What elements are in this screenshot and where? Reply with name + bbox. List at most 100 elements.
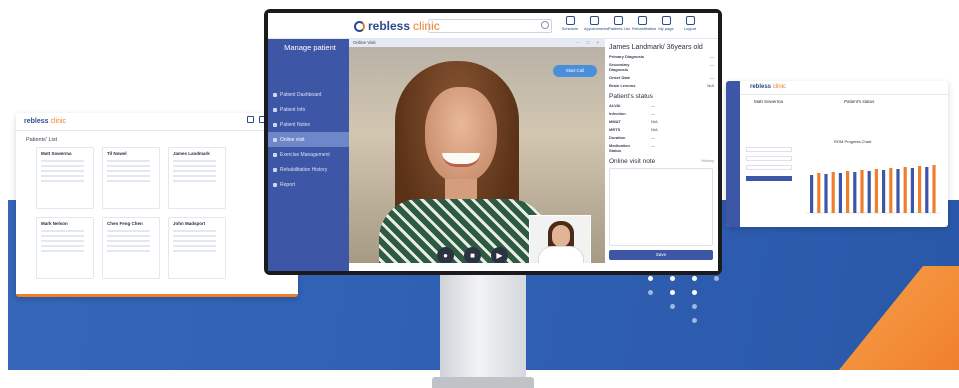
top-nav: Schedule Appointments Patients List Reha… bbox=[560, 15, 700, 31]
sidebar-item-patient-dashboard[interactable]: Patient Dashboard bbox=[268, 87, 349, 102]
monitor-foot bbox=[432, 377, 534, 388]
rom-bar bbox=[925, 167, 929, 213]
rom-bar bbox=[838, 173, 842, 213]
note-history-link[interactable]: History bbox=[702, 158, 714, 165]
patient-dashboard-card: rebless clinic Matt Sowerma Patient's st… bbox=[726, 81, 948, 227]
power-icon bbox=[685, 16, 695, 25]
sidebar-item-online-visit[interactable]: Online visit bbox=[268, 132, 349, 147]
dashboard-status-title: Patient's status bbox=[844, 99, 875, 104]
status-row: ALVAI — bbox=[609, 103, 655, 108]
rebless-clinic-logo[interactable]: rebless clinic bbox=[354, 19, 440, 33]
rom-bar bbox=[867, 171, 871, 213]
rom-bar bbox=[853, 172, 857, 213]
patient-card[interactable]: Til Nowel bbox=[102, 147, 160, 209]
exercise-icon bbox=[273, 152, 277, 157]
patient-card[interactable]: Chen Feng Chen bbox=[102, 217, 160, 279]
sidebar-title: Manage patient bbox=[284, 43, 336, 52]
nav-my-page[interactable]: My page bbox=[656, 15, 676, 31]
sidebar-item-exercise-management[interactable]: Exercise Management bbox=[268, 147, 349, 162]
filter-submit-button[interactable] bbox=[746, 176, 792, 181]
dashboard-topbar: rebless clinic bbox=[740, 81, 948, 95]
app-screen: Manage patient Patient Dashboard Patient… bbox=[268, 13, 718, 271]
sidebar-item-report[interactable]: Report bbox=[268, 177, 349, 192]
nav-patients-list[interactable]: Patients List bbox=[608, 15, 630, 31]
nav-schedule[interactable]: Schedule bbox=[560, 15, 580, 31]
pencil-icon bbox=[273, 107, 277, 112]
sidebar-item-patient-notes[interactable]: Patient Notes bbox=[268, 117, 349, 132]
rom-bar bbox=[824, 174, 828, 213]
window-controls[interactable]: – □ × bbox=[577, 39, 602, 47]
patient-card[interactable]: Mark Nelson bbox=[36, 217, 94, 279]
dashboard-patient-name: Matt Sowerma bbox=[754, 99, 784, 104]
sidebar-item-patient-info[interactable]: Patient Info bbox=[268, 102, 349, 117]
video-icon bbox=[273, 137, 277, 142]
info-row: Primary Diagnosis — bbox=[609, 54, 714, 59]
dashboard-filter-form bbox=[746, 143, 792, 181]
rom-bar bbox=[918, 166, 922, 213]
rom-bar bbox=[903, 167, 907, 213]
rom-bar bbox=[874, 169, 878, 213]
patient-card[interactable]: John Madsport bbox=[168, 217, 226, 279]
nav-logout[interactable]: Logout bbox=[680, 15, 700, 31]
rom-bar bbox=[910, 168, 914, 213]
rom-progress-chart bbox=[806, 165, 940, 214]
patients-list-title: Patients' List bbox=[26, 137, 58, 143]
nav-appointments[interactable]: Appointments bbox=[584, 15, 608, 31]
user-icon bbox=[661, 16, 671, 25]
appointments-icon bbox=[589, 16, 599, 25]
patient-card[interactable]: Matt Sowerma bbox=[36, 147, 94, 209]
report-icon bbox=[273, 182, 277, 187]
patients-list-card: rebless clinic Patients' List Matt Sower… bbox=[16, 113, 298, 297]
speaker-icon[interactable]: ▶ bbox=[491, 247, 508, 263]
status-row: Medication Status — bbox=[609, 143, 655, 153]
patient-status-title: Patient's status bbox=[609, 93, 653, 100]
status-row: MMAT N/A bbox=[609, 119, 658, 124]
sidebar-menu: Patient Dashboard Patient Info Patient N… bbox=[268, 87, 349, 192]
info-row: Secondary Diagnosis — bbox=[609, 62, 714, 72]
patient-card[interactable]: James Landmark bbox=[168, 147, 226, 209]
online-visit-note-textarea[interactable] bbox=[609, 168, 713, 246]
rom-bar bbox=[831, 172, 835, 213]
patient-card-grid: Matt Sowerma Til Nowel James Landmark Ma… bbox=[16, 147, 298, 279]
calendar-icon bbox=[565, 16, 575, 25]
doctor-coat bbox=[538, 246, 584, 263]
rom-bar bbox=[810, 175, 814, 213]
history-icon bbox=[273, 167, 277, 172]
search-icon[interactable] bbox=[541, 21, 549, 29]
monitor: Manage patient Patient Dashboard Patient… bbox=[264, 9, 722, 275]
status-row: Duration — bbox=[609, 135, 655, 140]
camera-icon[interactable]: ■ bbox=[464, 247, 481, 263]
search-input[interactable] bbox=[428, 19, 552, 33]
rom-chart-title: ROM Progress Chart bbox=[834, 139, 872, 144]
rehabilitation-icon bbox=[637, 16, 647, 25]
monitor-stand bbox=[440, 274, 526, 384]
patient-info-panel: James Landmark/ 36years old Primary Diag… bbox=[605, 39, 718, 271]
app-topbar: rebless clinic Schedule Appointments Pati… bbox=[268, 13, 718, 39]
patient-video-face bbox=[425, 87, 497, 183]
filter-field[interactable] bbox=[746, 165, 792, 170]
rom-bar bbox=[889, 168, 893, 213]
dashboard-icon bbox=[273, 92, 277, 97]
marketing-stage: rebless clinic Patients' List Matt Sower… bbox=[0, 0, 959, 388]
video-call-area: Start Call ● ■ ▶ bbox=[349, 47, 605, 263]
sidebar-item-rehabilitation-history[interactable]: Rehabilitation History bbox=[268, 162, 349, 177]
rom-bar bbox=[846, 171, 850, 213]
rom-bar bbox=[817, 173, 821, 213]
note-icon bbox=[273, 122, 277, 127]
microphone-icon[interactable]: ● bbox=[437, 247, 454, 263]
doctor-face bbox=[552, 225, 570, 247]
nav-rehabilitation[interactable]: Rehabilitation bbox=[632, 15, 656, 31]
status-row: Infection — bbox=[609, 111, 655, 116]
start-call-button[interactable]: Start Call bbox=[553, 65, 597, 77]
doctor-picture-in-picture bbox=[529, 215, 591, 263]
info-row: Onset Date — bbox=[609, 75, 714, 80]
online-visit-note-title: Online visit note History bbox=[609, 158, 714, 165]
filter-field[interactable] bbox=[746, 147, 792, 152]
status-row: MRTS N/A bbox=[609, 127, 658, 132]
logo-mark-icon bbox=[354, 20, 365, 32]
patient-name: James Landmark/ 36years old bbox=[609, 44, 703, 51]
info-row: Brain Lesions N/A bbox=[609, 83, 714, 88]
patients-list-topbar: rebless clinic bbox=[16, 113, 298, 131]
save-note-button[interactable]: Save bbox=[609, 250, 713, 260]
filter-field[interactable] bbox=[746, 156, 792, 161]
